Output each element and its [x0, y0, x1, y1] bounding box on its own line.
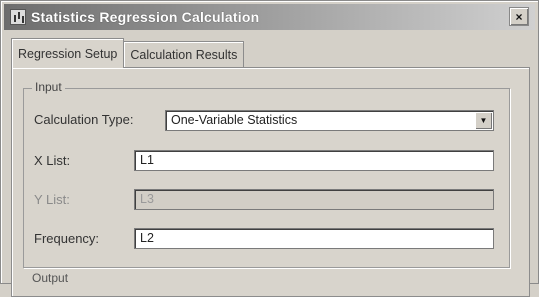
dialog-window: Statistics Regression Calculation × Regr… [0, 0, 539, 297]
tab-strip: Regression Setup Calculation Results [11, 38, 245, 68]
title-bar[interactable]: Statistics Regression Calculation × [4, 4, 535, 30]
statistics-app-icon [10, 9, 26, 25]
y-list-label: Y List: [34, 192, 70, 207]
calculation-type-label: Calculation Type: [34, 112, 134, 127]
calculation-type-select[interactable]: One-Variable Statistics ▼ [165, 110, 494, 131]
window-title: Statistics Regression Calculation [31, 9, 260, 25]
input-group-label: Input [32, 80, 65, 94]
frequency-label: Frequency: [34, 231, 100, 246]
tab-calculation-results[interactable]: Calculation Results [123, 41, 245, 68]
chevron-down-icon[interactable]: ▼ [475, 112, 492, 129]
input-group: Input Calculation Type: One-Variable Sta… [23, 80, 510, 268]
calculation-type-value: One-Variable Statistics [171, 113, 298, 127]
close-button[interactable]: × [509, 7, 529, 26]
tab-panel: Input Calculation Type: One-Variable Sta… [11, 67, 530, 297]
y-list-input: L3 [134, 189, 494, 210]
x-list-label: X List: [34, 153, 71, 168]
frequency-input[interactable]: L2 [134, 228, 494, 249]
output-group-label: Output [32, 271, 69, 285]
x-list-input[interactable]: L1 [134, 150, 494, 171]
tab-regression-setup[interactable]: Regression Setup [11, 38, 125, 68]
